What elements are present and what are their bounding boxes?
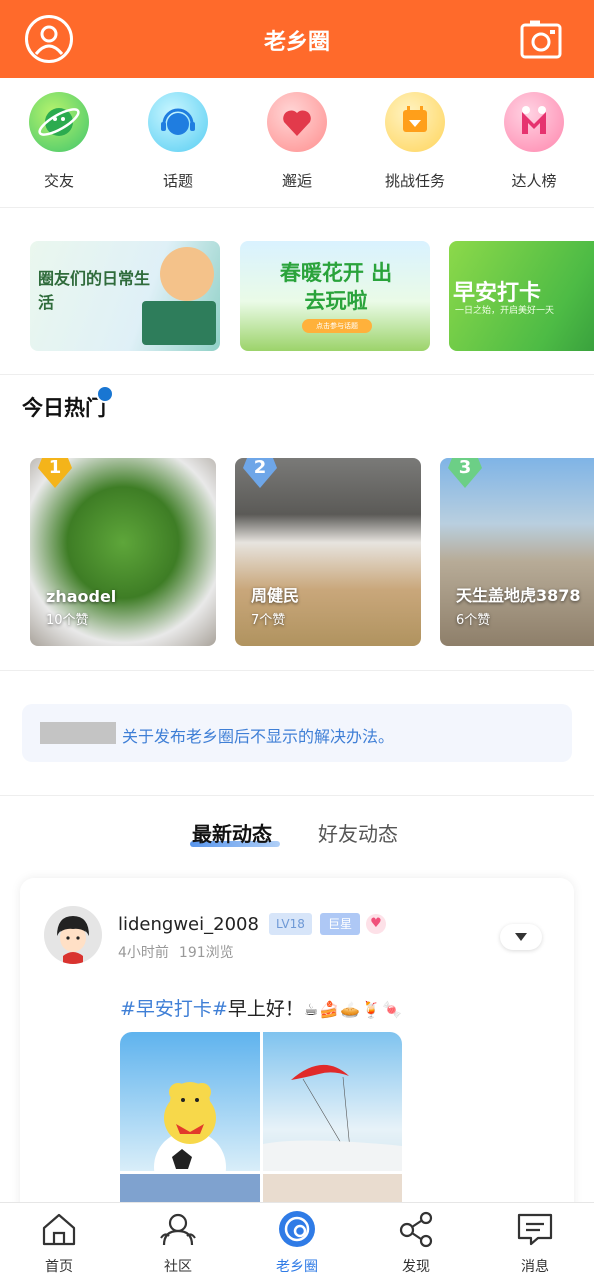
banner-morning-checkin[interactable]: 早安打卡 一日之始，开启美好一天 <box>449 241 594 351</box>
category-huati[interactable]: 话题 <box>123 92 233 191</box>
planet-icon <box>29 92 89 152</box>
rank-badge-icon: 2 <box>241 454 279 490</box>
post-photo[interactable] <box>120 1032 260 1203</box>
nav-messages[interactable]: 消息 <box>476 1203 594 1280</box>
nav-home[interactable]: 首页 <box>0 1203 118 1280</box>
share-icon <box>399 1211 433 1248</box>
rank-badge-icon: 3 <box>446 454 484 490</box>
basket-icon <box>142 301 216 345</box>
chevron-down-icon[interactable] <box>500 924 542 950</box>
person-photo-icon <box>160 247 214 301</box>
post-meta: 4小时前 191浏览 <box>118 942 234 962</box>
post-photo-grid[interactable] <box>120 1032 402 1218</box>
category-xiehou[interactable]: 邂逅 <box>242 92 352 191</box>
category-jiaoyou[interactable]: 交友 <box>4 92 114 191</box>
rank-badge-icon: 1 <box>36 454 74 490</box>
emoji-row: ☕🍰🥧🍹🍬 <box>303 1000 403 1019</box>
post-photo[interactable] <box>263 1032 402 1171</box>
category-label: 邂逅 <box>281 172 312 190</box>
category-label: 挑战任务 <box>384 172 445 190</box>
notice-bar[interactable]: 关于发布老乡圈后不显示的解决办法。 <box>22 704 572 762</box>
tab-latest[interactable]: 最新动态 <box>192 818 272 847</box>
banner-spring-outing[interactable]: 春暖花开 出去玩啦 点击参与话题 <box>240 241 430 351</box>
hot-today-title: 今日热门 <box>22 396 106 420</box>
category-label: 达人榜 <box>511 172 557 190</box>
notice-link[interactable]: 关于发布老乡圈后不显示的解决办法。 <box>122 723 394 747</box>
divider <box>0 670 594 671</box>
avatar[interactable] <box>44 906 102 964</box>
post-text: #早安打卡#早上好！☕🍰🥧🍹🍬 <box>120 998 403 1020</box>
banner-daily-life[interactable]: 圈友们的日常生活 <box>30 241 220 351</box>
category-challenge[interactable]: 挑战任务 <box>360 92 470 191</box>
bottom-nav: 首页 社区 老乡圈 发现 消息 <box>0 1202 594 1280</box>
divider <box>0 795 594 796</box>
home-icon <box>42 1213 76 1246</box>
medal-m-icon <box>504 92 564 152</box>
circle-icon <box>279 1211 315 1247</box>
nav-laoxiangquan[interactable]: 老乡圈 <box>238 1203 356 1280</box>
calendar-task-icon <box>385 92 445 152</box>
message-icon <box>517 1213 553 1246</box>
nav-community[interactable]: 社区 <box>119 1203 237 1280</box>
heart-icon: ♥ <box>366 914 386 934</box>
category-ranking[interactable]: 达人榜 <box>479 92 589 191</box>
tab-friends[interactable]: 好友动态 <box>318 818 398 847</box>
notice-label-placeholder <box>40 722 116 744</box>
banner-carousel[interactable]: 圈友们的日常生活 春暖花开 出去玩啦 点击参与话题 早安打卡 一日之始，开启美好… <box>0 209 594 375</box>
heart-hands-icon <box>267 92 327 152</box>
top-app-bar: 老乡圈 <box>0 0 594 78</box>
feed-post-card[interactable]: lidengwei_2008 LV18 巨星 ♥ 4小时前 191浏览 #早安打卡… <box>20 878 574 1218</box>
category-label: 交友 <box>43 172 74 190</box>
post-views: 191浏览 <box>178 945 234 961</box>
nav-discover[interactable]: 发现 <box>357 1203 475 1280</box>
page-title: 老乡圈 <box>263 30 330 55</box>
category-shortcuts: 交友 话题 邂逅 挑战任务 达人榜 <box>0 78 594 208</box>
notification-dot <box>96 385 114 403</box>
post-username[interactable]: lidengwei_2008 <box>118 914 259 935</box>
community-icon <box>160 1213 196 1246</box>
category-label: 话题 <box>162 172 193 190</box>
level-badge: LV18 <box>269 913 312 935</box>
post-time: 4小时前 <box>118 945 169 961</box>
camera-icon[interactable] <box>520 19 562 61</box>
post-hashtag[interactable]: #早安打卡# <box>120 998 228 1020</box>
status-badge: 巨星 <box>320 913 361 935</box>
banner-cta: 点击参与话题 <box>302 319 372 333</box>
headset-icon <box>148 92 208 152</box>
